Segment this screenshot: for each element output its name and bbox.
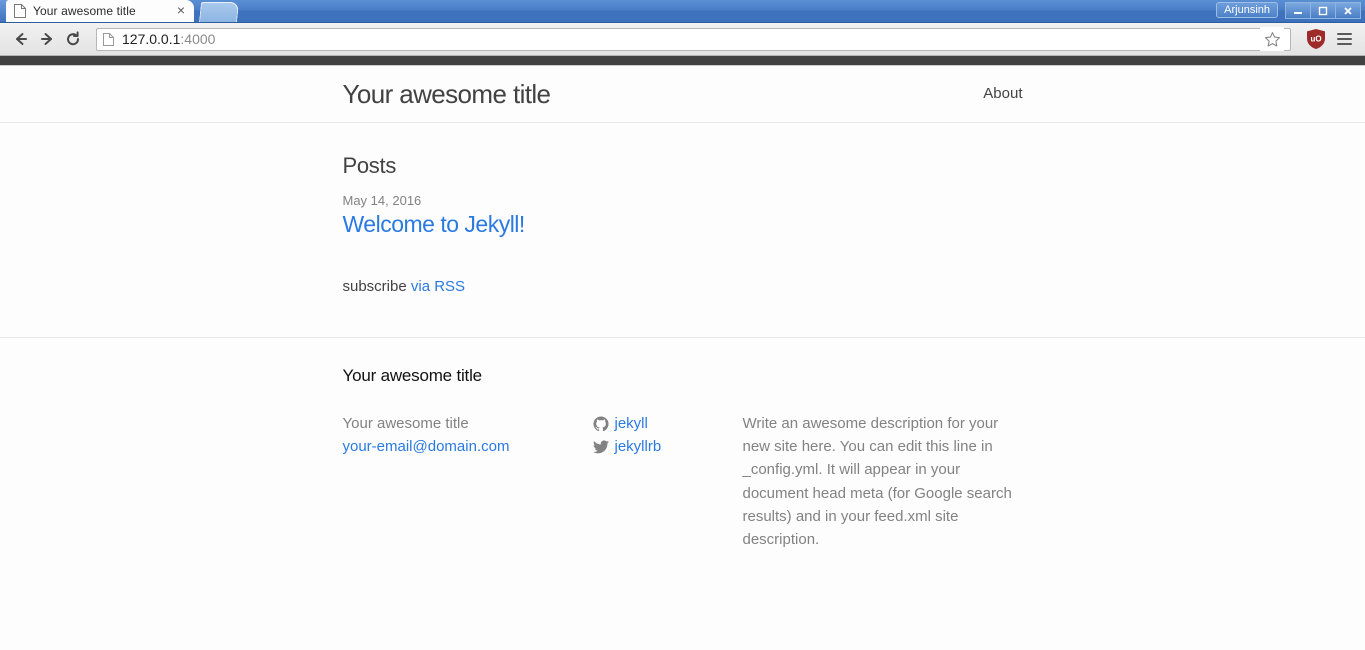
github-icon <box>592 416 609 432</box>
page-info-icon <box>103 32 114 46</box>
svg-text:uO: uO <box>1310 35 1321 44</box>
address-bar-text: 127.0.0.1:4000 <box>122 31 1290 47</box>
browser-window: Your awesome title × Arjunsinh 127.0.0.1… <box>0 0 1365 650</box>
reload-icon[interactable] <box>60 26 86 52</box>
forward-icon[interactable] <box>34 26 60 52</box>
rss-link[interactable]: via RSS <box>411 278 465 295</box>
footer-contact-column: Your awesome title your-email@domain.com <box>343 412 593 459</box>
social-item-github: jekyll <box>592 412 743 435</box>
post-list: May 14, 2016 Welcome to Jekyll! <box>343 193 1023 240</box>
subscribe-label: subscribe <box>342 277 407 295</box>
site-description: Write an awesome description for your ne… <box>742 414 1012 549</box>
footer-social-column: jekyll jekyllrb <box>592 412 743 459</box>
contact-list: Your awesome title your-email@domain.com <box>343 412 593 459</box>
browser-tab[interactable]: Your awesome title × <box>6 0 194 22</box>
site-footer: Your awesome title Your awesome title yo… <box>0 336 1365 552</box>
github-link[interactable]: jekyll <box>615 412 648 435</box>
browser-toolbar: 127.0.0.1:4000 uO <box>0 23 1365 56</box>
ublock-origin-extension-icon[interactable]: uO <box>1303 26 1329 52</box>
menu-line <box>1336 43 1352 45</box>
window-controls: Arjunsinh <box>1216 0 1361 20</box>
contact-site-name: Your awesome title <box>342 414 469 432</box>
footer-heading: Your awesome title <box>342 365 483 385</box>
tab-title: Your awesome title <box>33 4 136 18</box>
new-tab-button[interactable] <box>198 2 240 22</box>
footer-columns: Your awesome title your-email@domain.com <box>343 412 1023 552</box>
twitter-link[interactable]: jekyllrb <box>615 435 662 458</box>
url-host: 127.0.0.1 <box>122 31 181 47</box>
url-port: :4000 <box>180 31 216 47</box>
close-icon[interactable]: × <box>174 3 188 18</box>
address-bar[interactable]: 127.0.0.1:4000 <box>96 27 1291 51</box>
contact-email-item: your-email@domain.com <box>343 435 593 458</box>
menu-line <box>1336 33 1352 35</box>
menu-line <box>1336 38 1352 40</box>
twitter-icon <box>592 439 609 455</box>
chrome-menu-icon[interactable] <box>1331 26 1357 52</box>
maximize-button[interactable] <box>1310 1 1336 19</box>
page-viewport: Your awesome title About Posts May 14, 2… <box>0 66 1365 650</box>
page-icon <box>14 4 26 18</box>
site-title[interactable]: Your awesome title <box>343 66 552 122</box>
user-profile-button[interactable]: Arjunsinh <box>1216 2 1278 18</box>
post-link[interactable]: Welcome to Jekyll! <box>343 210 1023 240</box>
posts-heading: Posts <box>342 153 397 178</box>
bookmarks-strip <box>0 56 1365 66</box>
back-icon[interactable] <box>8 26 34 52</box>
bookmark-star-icon[interactable] <box>1260 27 1284 51</box>
social-item-twitter: jekyllrb <box>592 435 743 458</box>
browser-titlebar: Your awesome title × Arjunsinh <box>0 0 1365 23</box>
nav-link-about[interactable]: About <box>983 85 1022 102</box>
rss-subscribe: subscribe via RSS <box>343 278 1023 295</box>
email-link[interactable]: your-email@domain.com <box>343 438 510 455</box>
minimize-button[interactable] <box>1285 1 1311 19</box>
post-list-item: May 14, 2016 Welcome to Jekyll! <box>343 193 1023 240</box>
site-nav: About <box>983 66 1022 122</box>
site-header: Your awesome title About <box>0 66 1365 123</box>
page-content: Posts May 14, 2016 Welcome to Jekyll! su… <box>0 123 1365 295</box>
footer-description-column: Write an awesome description for your ne… <box>743 412 1023 552</box>
social-list: jekyll jekyllrb <box>592 412 743 459</box>
post-date: May 14, 2016 <box>342 193 422 208</box>
window-close-button[interactable] <box>1335 1 1361 19</box>
